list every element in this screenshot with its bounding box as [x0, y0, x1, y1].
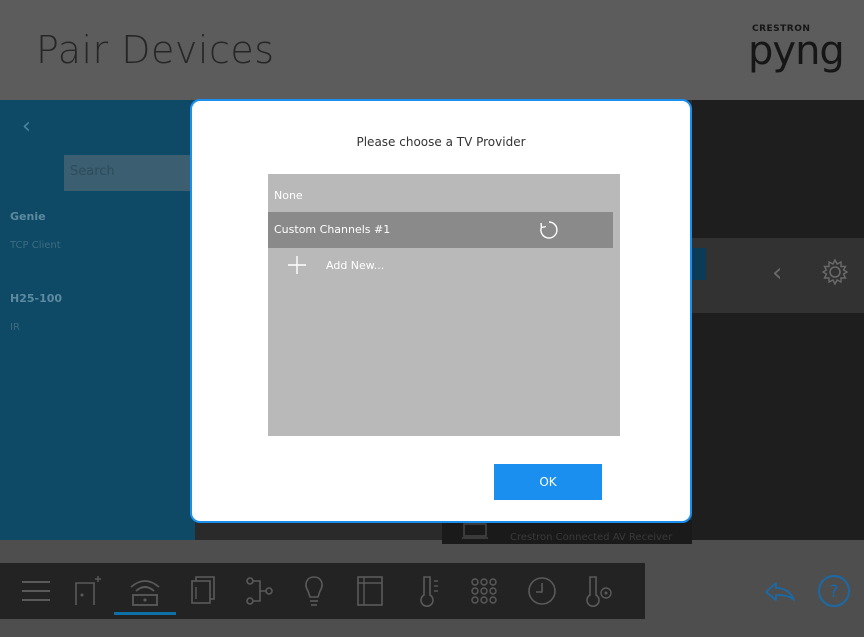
add-new-label: Add New...	[326, 259, 385, 272]
chevron-left-icon[interactable]: ‹	[22, 114, 31, 139]
chevron-left-icon[interactable]: ‹	[772, 258, 782, 288]
lighting-icon[interactable]	[296, 573, 332, 609]
keypad-icon[interactable]	[466, 573, 502, 609]
search-placeholder: Search	[70, 164, 115, 179]
share-back-icon[interactable]	[762, 574, 798, 610]
thermostat-icon[interactable]	[410, 573, 446, 609]
device-name[interactable]: H25-100	[10, 292, 62, 305]
plus-icon	[288, 256, 306, 274]
shades-icon[interactable]	[184, 573, 220, 609]
list-item-label: Custom Channels #1	[274, 223, 391, 236]
scenes-icon[interactable]	[240, 573, 276, 609]
page-title: Pair Devices	[36, 28, 275, 72]
device-type: TCP Client	[10, 240, 61, 251]
svg-text:?: ?	[829, 582, 838, 602]
tv-provider-dialog: Please choose a TV Provider None Custom …	[190, 99, 692, 523]
window-icon[interactable]	[352, 573, 388, 609]
refresh-icon[interactable]	[538, 219, 560, 241]
brand-logo: pyng	[748, 28, 845, 74]
add-device-icon[interactable]	[70, 573, 106, 609]
monitor-icon	[462, 523, 488, 539]
help-icon[interactable]: ?	[816, 573, 852, 609]
provider-list[interactable]: None Custom Channels #1 Add New...	[268, 174, 620, 436]
dialog-title: Please choose a TV Provider	[356, 135, 526, 149]
list-item-label: None	[274, 189, 303, 202]
background-device-label: Crestron Connected AV Receiver	[510, 532, 673, 543]
clock-icon[interactable]	[524, 573, 560, 609]
selection-indicator	[692, 248, 706, 280]
temperature-sensor-icon[interactable]	[580, 573, 616, 609]
list-item-selected[interactable]: Custom Channels #1	[268, 212, 613, 248]
active-tab-indicator	[114, 612, 176, 615]
device-detail-panel	[692, 100, 864, 540]
gear-icon[interactable]	[820, 257, 850, 287]
add-new-item[interactable]: Add New...	[268, 248, 613, 284]
menu-icon[interactable]	[18, 573, 54, 609]
gateway-icon[interactable]	[127, 573, 163, 609]
list-item[interactable]: None	[268, 178, 613, 214]
device-name[interactable]: Genie	[10, 210, 46, 223]
ok-button[interactable]: OK	[494, 464, 602, 500]
device-type: IR	[10, 322, 20, 333]
